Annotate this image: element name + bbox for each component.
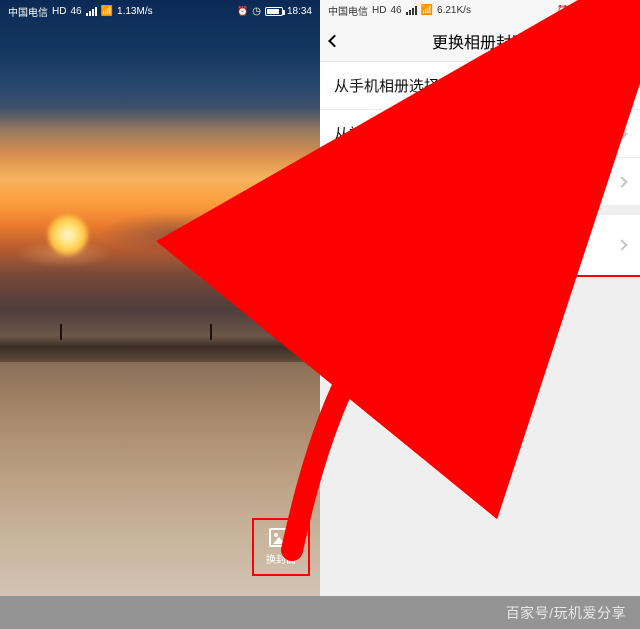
phone-right-change-cover-screen: 中国电信 HD 46 📶 6.21K/s 18:35 更换相册封面 从手机相册选… [320,0,640,596]
menu-item-phone-album[interactable]: 从手机相册选择 [320,61,640,109]
phone-left-wallpaper-screen: 中国电信 HD 46 📶 1.13M/s 18:34 换封面 [0,0,320,596]
titlebar: 更换相册封面 [320,20,640,62]
chevron-right-icon [616,128,627,139]
speed-label: 6.21K/s [437,5,471,16]
wallpaper-image [0,0,320,596]
menu-highlight-frame: 从手机相册选择 从视频号选择 拍一个 摄影师作品 从 Jure Kravanja… [320,61,640,275]
signal-icon [406,6,417,15]
watermark: 百家号/玩机爱分享 [0,596,640,629]
net-badge: 46 [70,6,81,17]
menu-item-photographer[interactable]: 摄影师作品 从 Jure Kravanja 的作品中挑选图片 [320,215,640,275]
chevron-right-icon [616,176,627,187]
hd-badge: HD [372,5,386,16]
menu-item-sublabel: 从 Jure Kravanja 的作品中挑选图片 [334,248,523,265]
time-label: 18:34 [287,6,312,17]
menu-item-label: 从手机相册选择 [334,75,439,96]
menu-item-label: 摄影师作品 [334,225,523,246]
carrier-label: 中国电信 [328,3,368,18]
speed-label: 1.13M/s [117,6,153,17]
statusbar-right: 中国电信 HD 46 📶 6.21K/s 18:35 [320,0,640,20]
image-icon [269,528,293,547]
alarm-icon [557,5,568,16]
chevron-right-icon [616,79,627,90]
clock-icon [252,6,261,17]
cover-source-menu: 从手机相册选择 从视频号选择 拍一个 摄影师作品 从 Jure Kravanja… [320,61,640,275]
wifi-icon: 📶 [101,6,113,17]
watermark-text: 百家号/玩机爱分享 [506,603,626,623]
battery-icon [265,7,283,16]
menu-item-take-photo[interactable]: 拍一个 [320,157,640,205]
alarm-icon [237,6,248,17]
change-cover-label: 换封面 [266,551,296,566]
clock-icon [572,5,581,16]
menu-item-label: 拍一个 [334,171,379,192]
page-title: 更换相册封面 [320,29,640,53]
menu-item-channels[interactable]: 从视频号选择 [320,109,640,157]
menu-item-label: 从视频号选择 [334,123,424,144]
statusbar-left: 中国电信 HD 46 📶 1.13M/s 18:34 [0,0,320,22]
battery-icon [585,6,603,15]
change-cover-button[interactable]: 换封面 [254,520,308,574]
hd-badge: HD [52,6,66,17]
signal-icon [86,7,97,16]
net-badge: 46 [390,5,401,16]
time-label: 18:35 [607,5,632,16]
chevron-right-icon [616,239,627,250]
wifi-icon: 📶 [421,5,433,16]
carrier-label: 中国电信 [8,4,48,19]
